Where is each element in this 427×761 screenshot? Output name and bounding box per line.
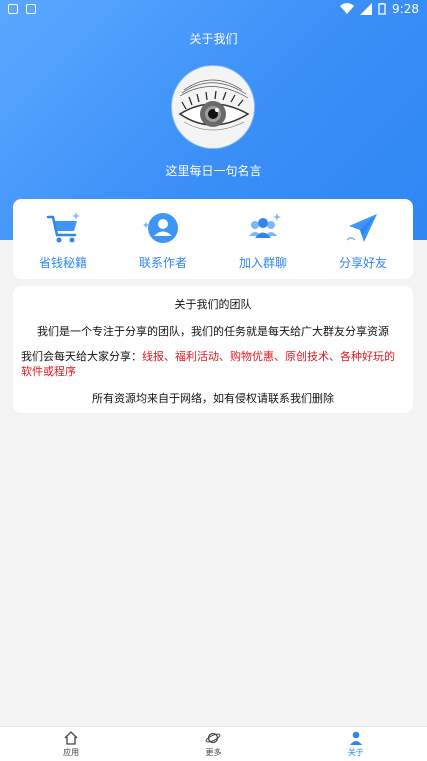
menu-item-join-group[interactable]: 加入群聊 [218, 208, 308, 271]
avatar[interactable] [172, 66, 254, 148]
menu-item-contact-author[interactable]: 联系作者 [118, 208, 208, 271]
bottom-tab-bar: 应用 更多 关于 [0, 726, 427, 761]
daily-quote: 这里每日一句名言 [165, 164, 262, 178]
menu-item-save-money[interactable]: 省钱秘籍 [18, 208, 108, 271]
about-disclaimer: 所有资源均来自于网络，如有侵权请联系我们删除 [92, 392, 334, 405]
tab-more[interactable]: 更多 [142, 727, 284, 761]
tab-label: 关于 [347, 748, 364, 757]
page-title: 关于我们 [189, 32, 238, 46]
menu-card: 省钱秘籍 联系作者 加入群聊 分享好友 [13, 199, 413, 279]
about-mission: 我们是一个专注于分享的团队，我们的任务就是每天给广大群友分享资源 [37, 325, 389, 338]
menu-item-share-friends[interactable]: 分享好友 [318, 208, 408, 271]
menu-label: 省钱秘籍 [38, 255, 87, 270]
menu-label: 加入群聊 [238, 255, 287, 270]
signal-icon [360, 3, 373, 15]
status-bar: 9:28 [0, 0, 427, 20]
home-icon [64, 731, 78, 745]
tab-label: 更多 [205, 748, 222, 757]
tab-apps[interactable]: 应用 [0, 727, 142, 761]
tab-label: 应用 [63, 748, 80, 757]
battery-icon [378, 3, 386, 15]
about-heading: 关于我们的团队 [174, 298, 252, 311]
planet-icon [206, 732, 221, 744]
contact-user-icon [143, 212, 178, 243]
group-chat-icon [249, 212, 281, 238]
wifi-icon [340, 3, 355, 15]
shopping-cart-icon [46, 211, 80, 242]
menu-label: 分享好友 [338, 255, 387, 270]
share-prefix: 我们会每天给大家分享： [21, 350, 142, 363]
about-share-list: 我们会每天给大家分享：线报、福利活动、购物优惠、原创技术、各种好玩的软件或程序 [21, 349, 405, 379]
about-card: 关于我们的团队 我们是一个专注于分享的团队，我们的任务就是每天给广大群友分享资源… [13, 286, 413, 413]
eye-illustration [172, 66, 254, 148]
menu-label: 联系作者 [138, 255, 187, 270]
notification-a-icon [26, 4, 36, 14]
tab-about[interactable]: 关于 [285, 727, 427, 761]
profile-icon [349, 731, 362, 745]
status-time: 9:28 [392, 2, 419, 16]
shield-icon [8, 4, 18, 14]
paper-plane-icon [346, 213, 377, 242]
